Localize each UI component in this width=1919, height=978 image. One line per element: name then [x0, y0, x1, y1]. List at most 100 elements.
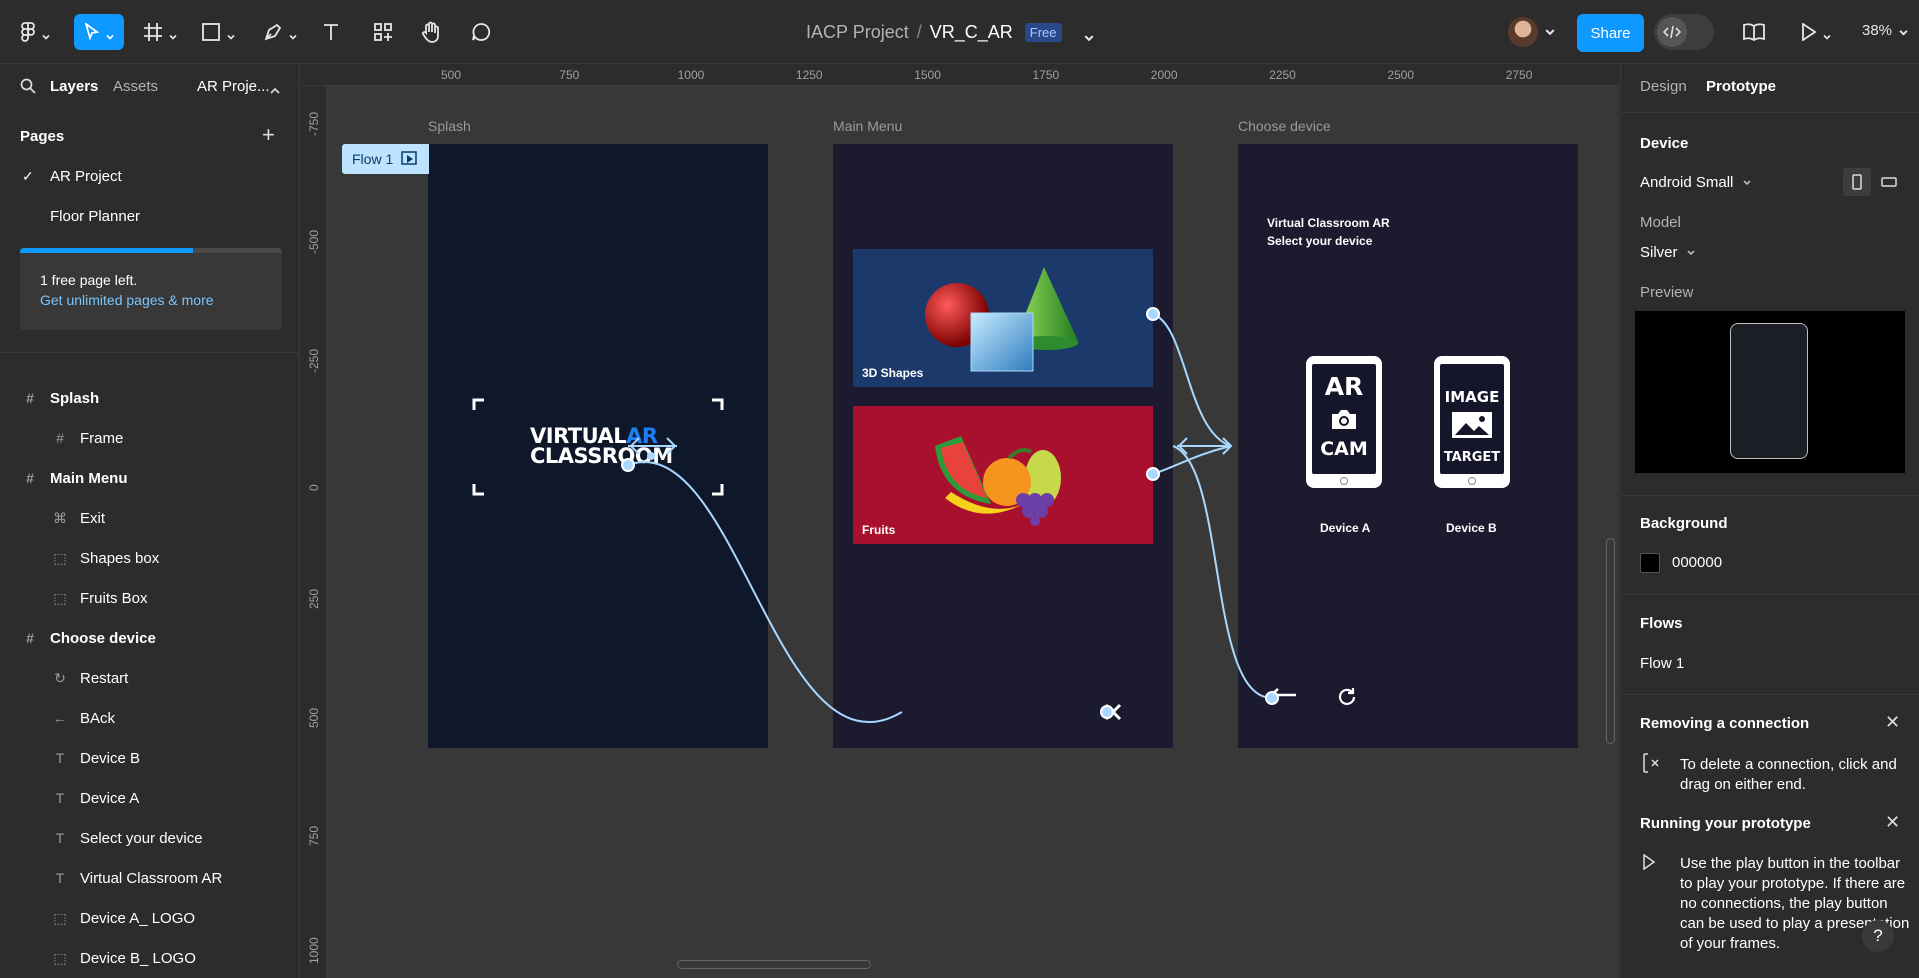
tab-assets[interactable]: Assets	[113, 78, 158, 95]
zoom-level[interactable]: 38%	[1862, 22, 1892, 39]
chevron-down-icon[interactable]	[1084, 27, 1094, 42]
plan-badge[interactable]: Free	[1024, 22, 1062, 42]
landscape-orientation-button[interactable]	[1875, 168, 1903, 196]
page-item-floor-planner[interactable]: Floor Planner	[50, 208, 140, 225]
chevron-down-icon	[169, 28, 177, 40]
layer-row[interactable]: # Choose device	[0, 618, 299, 658]
horizontal-scrollbar[interactable]	[677, 960, 871, 969]
tip-removing-title: Removing a connection	[1640, 715, 1810, 732]
upsell-text: 1 free page left.	[40, 272, 138, 288]
vertical-scrollbar[interactable]	[1606, 538, 1615, 744]
present-button[interactable]	[1796, 14, 1836, 50]
group-icon: ⬚	[53, 549, 67, 566]
background-hex[interactable]: 000000	[1672, 554, 1722, 571]
layer-row[interactable]: ⬚ Shapes box	[0, 538, 299, 578]
chevron-down-icon	[227, 28, 235, 40]
ruler-tick: 500	[441, 68, 462, 82]
ruler-tick: 1750	[1032, 68, 1060, 82]
layer-row[interactable]: T Select your device	[0, 818, 299, 858]
text-tool-button[interactable]	[318, 14, 344, 50]
frame-icon: #	[26, 630, 34, 646]
background-color-swatch[interactable]	[1640, 553, 1660, 573]
resources-icon	[374, 23, 392, 41]
flow-item[interactable]: Flow 1	[1640, 655, 1684, 672]
ruler-tick: 1000	[677, 68, 705, 82]
layer-row[interactable]: ⬚ Device B_ LOGO	[0, 938, 299, 978]
layer-row[interactable]: T Device B	[0, 738, 299, 778]
divider	[0, 352, 299, 353]
connection-handle[interactable]	[1146, 467, 1160, 481]
file-title[interactable]: IACP Project / VR_C_AR Free	[806, 20, 1094, 44]
layer-label: Device A_ LOGO	[80, 909, 196, 927]
add-page-icon[interactable]: +	[262, 122, 275, 148]
search-icon[interactable]	[20, 78, 36, 97]
layer-row[interactable]: ⬚ Device A_ LOGO	[0, 898, 299, 938]
avatar-chevron-icon[interactable]	[1544, 22, 1556, 42]
library-button[interactable]	[1740, 14, 1768, 50]
frame-tool-button[interactable]	[140, 14, 180, 50]
project-name[interactable]: IACP Project	[806, 22, 909, 43]
layer-row[interactable]: # Frame	[0, 418, 299, 458]
help-button[interactable]: ?	[1862, 920, 1894, 952]
layer-label: Shapes box	[80, 549, 160, 567]
connection-back-to-menu[interactable]	[1172, 445, 1273, 699]
hand-tool-button[interactable]	[418, 14, 444, 50]
page-switcher[interactable]: AR Proje...	[197, 78, 270, 95]
model-select[interactable]: Silver	[1640, 244, 1696, 261]
portrait-orientation-button[interactable]	[1843, 168, 1871, 196]
tab-prototype[interactable]: Prototype	[1706, 78, 1776, 95]
canvas[interactable]: Splash Main Menu Choose device VIRTUALAR…	[327, 86, 1619, 978]
connection-handle[interactable]	[1100, 705, 1114, 719]
tab-design[interactable]: Design	[1640, 78, 1687, 95]
layer-label: Frame	[80, 429, 124, 447]
layer-row[interactable]: # Main Menu	[0, 458, 299, 498]
group-icon: ⬚	[53, 589, 67, 606]
layer-row[interactable]: ⬚ Fruits Box	[0, 578, 299, 618]
book-icon	[1743, 23, 1765, 41]
divider	[1621, 112, 1919, 113]
tab-layers[interactable]: Layers	[50, 78, 98, 95]
comment-tool-button[interactable]	[468, 14, 494, 50]
share-button[interactable]: Share	[1577, 14, 1644, 52]
connection-shapes-to-choose[interactable]	[1152, 313, 1232, 447]
connection-handle[interactable]	[647, 452, 655, 460]
page-item-ar-project[interactable]: AR Project	[50, 168, 122, 185]
ruler-tick: 500	[307, 707, 321, 728]
play-icon	[1643, 854, 1656, 870]
layer-row[interactable]: ⌘ Exit	[0, 498, 299, 538]
upsell-link[interactable]: Get unlimited pages & more	[40, 292, 214, 308]
chevron-down-icon	[1743, 180, 1751, 186]
connection-handle[interactable]	[1265, 691, 1279, 705]
shape-tool-button[interactable]	[198, 14, 238, 50]
move-tool-button[interactable]	[74, 14, 124, 50]
device-select[interactable]: Android Small	[1640, 174, 1752, 191]
close-icon[interactable]: ✕	[1885, 812, 1900, 833]
connection-handle[interactable]	[1146, 307, 1160, 321]
dev-mode-toggle[interactable]	[1654, 14, 1714, 50]
layer-row[interactable]: ↻ Restart	[0, 658, 299, 698]
connection-handle[interactable]	[621, 458, 635, 472]
layer-row[interactable]: T Device A	[0, 778, 299, 818]
chevron-down-icon	[42, 28, 50, 40]
layer-label: Device B_ LOGO	[80, 949, 196, 967]
chevron-up-icon[interactable]	[270, 82, 280, 98]
file-name[interactable]: VR_C_AR	[930, 22, 1013, 43]
avatar[interactable]	[1508, 17, 1538, 47]
layer-row[interactable]: ← BAck	[0, 698, 299, 738]
zoom-chevron-icon[interactable]	[1898, 26, 1908, 38]
connection-exit-to-splash[interactable]	[627, 461, 903, 723]
pen-tool-button[interactable]	[260, 14, 300, 50]
main-menu-button[interactable]	[18, 14, 52, 50]
layer-label: Select your device	[80, 829, 203, 847]
pen-icon	[264, 23, 282, 41]
ruler-tick: 2250	[1269, 68, 1296, 82]
prototype-connections[interactable]	[327, 86, 1619, 978]
connection-fruits-to-choose[interactable]	[1152, 445, 1232, 475]
layer-row[interactable]: # Splash	[0, 378, 299, 418]
close-icon[interactable]: ✕	[1885, 712, 1900, 733]
layer-row[interactable]: T Virtual Classroom AR	[0, 858, 299, 898]
component-icon: ⌘	[53, 509, 67, 526]
resources-tool-button[interactable]	[370, 14, 396, 50]
pages-heading: Pages	[20, 128, 65, 145]
frame-icon: #	[26, 390, 34, 406]
